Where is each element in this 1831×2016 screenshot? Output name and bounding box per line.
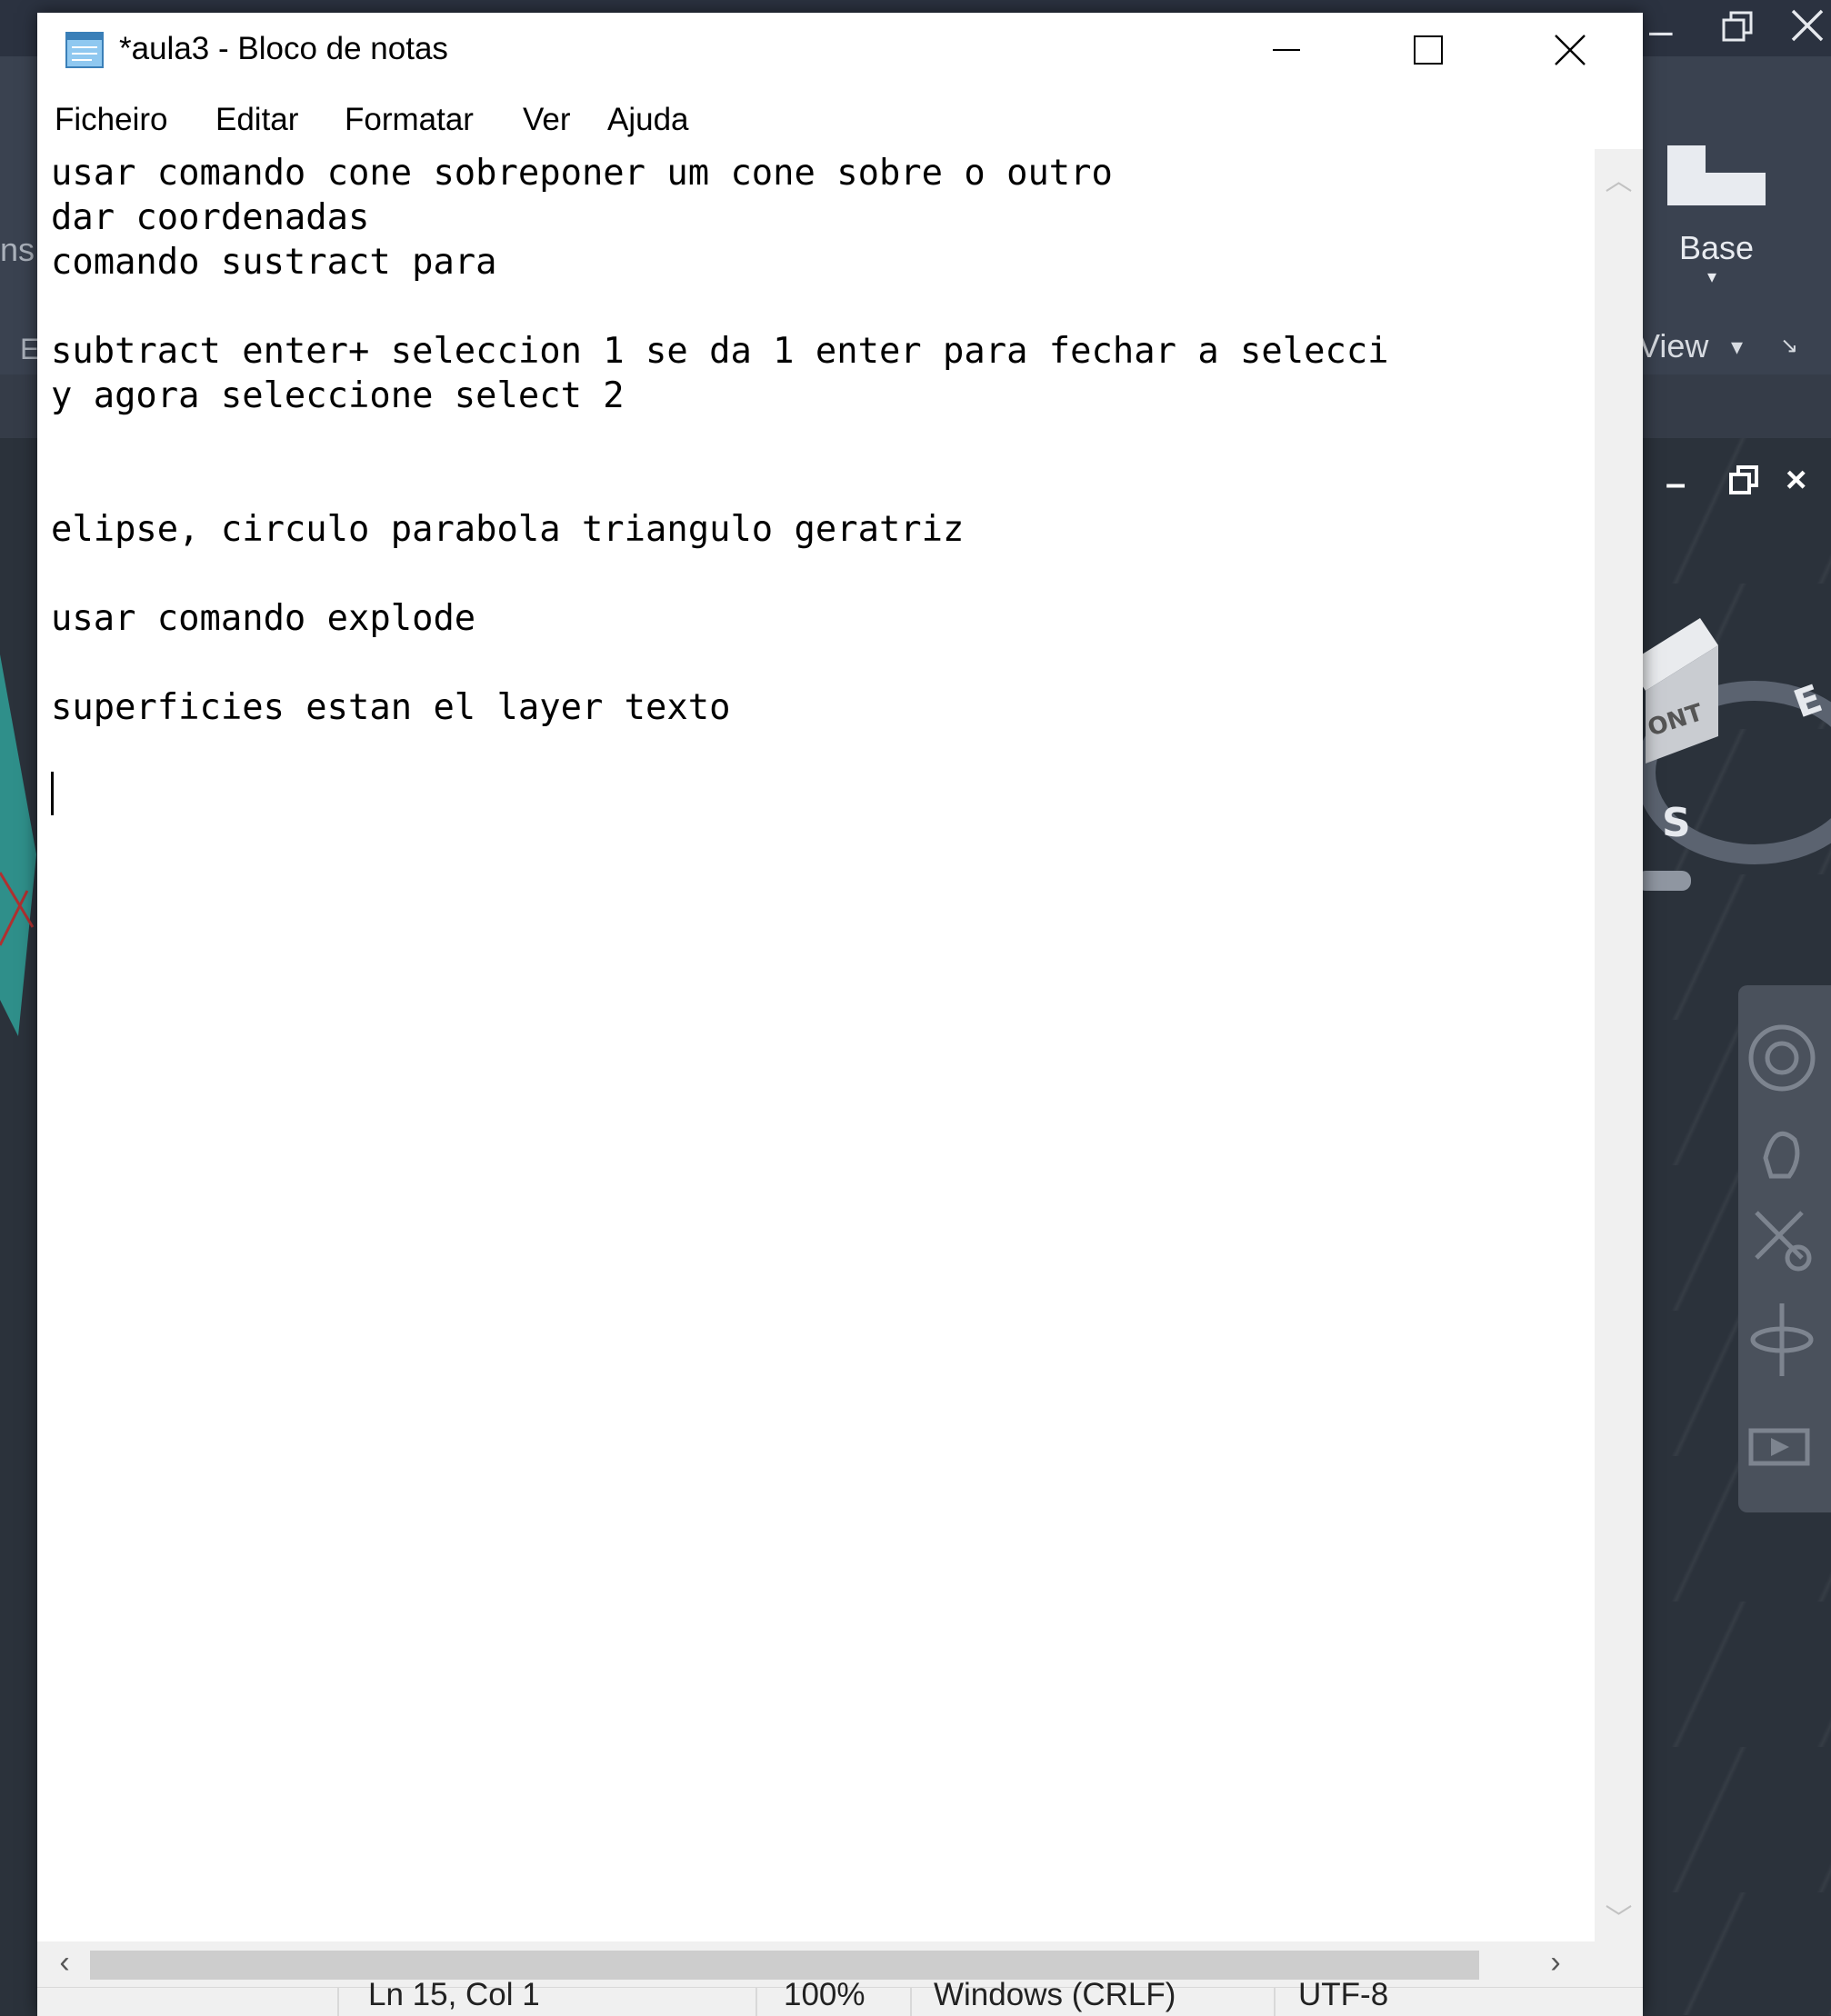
viewcube-south-label: S (1662, 800, 1691, 846)
editor-line: usar comando cone sobreponer um cone sob… (51, 153, 1113, 194)
cad-minimize-icon[interactable]: – (1649, 9, 1673, 51)
status-separator (337, 1988, 339, 2016)
menu-formatar[interactable]: Formatar (345, 102, 474, 138)
status-separator (755, 1988, 757, 2016)
vertical-scrollbar[interactable]: ︿ ﹀ (1595, 149, 1643, 1941)
scroll-left-icon[interactable]: ‹ (46, 1945, 83, 1983)
panel-launcher-icon[interactable]: ↘ (1780, 333, 1798, 359)
editor-line: usar comando explode (51, 598, 476, 639)
menu-editar[interactable]: Editar (215, 102, 298, 138)
minimize-icon (1273, 49, 1300, 51)
base-ribbon-label[interactable]: Base (1660, 229, 1773, 267)
editor-line: comando sustract para (51, 242, 497, 283)
minimize-button[interactable] (1216, 13, 1357, 87)
view-caret-icon[interactable]: ▾ (1731, 333, 1743, 361)
close-icon (1555, 35, 1586, 65)
line-endings: Windows (CRLF) (934, 1977, 1176, 2012)
viewport-close-icon[interactable]: × (1786, 460, 1806, 501)
title-bar[interactable]: *aula3 - Bloco de notas (37, 13, 1643, 87)
status-separator (1274, 1988, 1276, 2016)
editor-line: superficies estan el layer texto (51, 687, 731, 728)
editor-line: y agora seleccione select 2 (51, 375, 625, 416)
scroll-down-icon[interactable]: ﹀ (1595, 1896, 1643, 1934)
editor-line: elipse, circulo parabola triangulo gerat… (51, 509, 965, 550)
notepad-window[interactable]: *aula3 - Bloco de notas Ficheiro Editar … (37, 13, 1643, 2016)
zoom-level: 100% (784, 1977, 865, 2012)
steering-wheel-icon[interactable] (1748, 1024, 1816, 1092)
cad-model-fragment (0, 654, 36, 1036)
text-editor[interactable]: usar comando cone sobreponer um cone sob… (37, 149, 1595, 1941)
pan-hand-icon[interactable] (1763, 1131, 1800, 1179)
menu-ajuda[interactable]: Ajuda (607, 102, 689, 138)
notepad-icon (65, 32, 104, 68)
horizontal-scroll-thumb[interactable] (90, 1951, 1479, 1980)
view-panel-label[interactable]: View (1638, 327, 1708, 365)
encoding: UTF-8 (1298, 1977, 1389, 2012)
close-button[interactable] (1499, 13, 1641, 87)
base-caret-icon[interactable]: ▾ (1707, 265, 1716, 288)
window-title: *aula3 - Bloco de notas (119, 31, 448, 66)
maximize-button[interactable] (1357, 13, 1499, 87)
scroll-right-icon[interactable]: › (1537, 1945, 1574, 1983)
editor-line: dar coordenadas (51, 197, 370, 238)
scroll-up-icon[interactable]: ︿ (1595, 158, 1643, 196)
menu-ver[interactable]: Ver (523, 102, 571, 138)
status-separator (910, 1988, 912, 2016)
zoom-extents-icon[interactable] (1755, 1211, 1804, 1260)
viewport-minimize-icon[interactable]: – (1666, 464, 1686, 504)
menu-bar: Ficheiro Editar Formatar Ver Ajuda (37, 87, 1643, 149)
base-view-icon[interactable] (1667, 145, 1766, 205)
navigation-bar[interactable] (1738, 985, 1831, 1512)
viewcube-icon[interactable]: ONT E S (1618, 582, 1831, 891)
maximize-icon (1414, 35, 1443, 65)
cursor-position: Ln 15, Col 1 (368, 1977, 540, 2012)
menu-ficheiro[interactable]: Ficheiro (55, 102, 167, 138)
editor-line: subtract enter+ seleccion 1 se da 1 ente… (51, 331, 1389, 372)
cad-restore-icon[interactable] (1718, 7, 1758, 47)
ribbon-fragment-label: ns (0, 231, 35, 268)
status-bar: Ln 15, Col 1 100% Windows (CRLF) UTF-8 (37, 1977, 1643, 2016)
cad-close-icon[interactable] (1787, 5, 1827, 45)
viewport-restore-icon[interactable] (1727, 464, 1762, 498)
text-caret (51, 772, 54, 815)
